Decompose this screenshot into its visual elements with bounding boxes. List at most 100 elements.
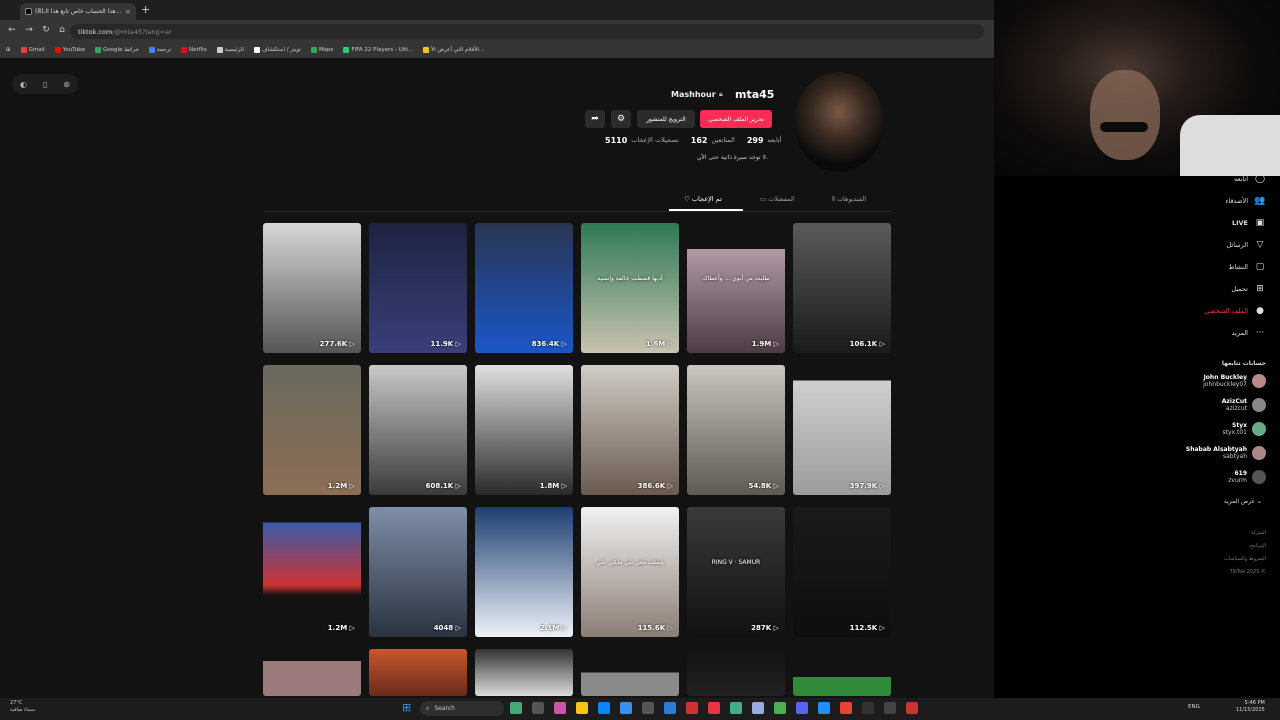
video-thumbnail[interactable]: 1.2M ▷ [263, 365, 361, 495]
tiktok-logo-icon[interactable]: ◐ [20, 80, 27, 89]
taskbar-search[interactable]: ⌕ Search [420, 701, 504, 716]
followed-account[interactable]: AzizCut azizcut [1222, 398, 1266, 412]
video-thumbnail[interactable]: 836.4K ▷ [475, 223, 573, 353]
video-thumbnail[interactable] [475, 649, 573, 696]
sidebar-footer-link[interactable]: الشركة [1251, 530, 1266, 536]
video-thumbnail[interactable] [581, 649, 679, 696]
settings-button[interactable]: ⚙ [611, 110, 631, 128]
sidebar-footer-link[interactable]: البرنامج [1250, 543, 1266, 549]
phone-icon[interactable]: ▯ [43, 80, 47, 89]
video-thumbnail[interactable] [263, 649, 361, 696]
video-thumbnail[interactable]: 11.9K ▷ [369, 223, 467, 353]
language-indicator[interactable]: ENG [1188, 704, 1200, 710]
taskbar-app-icon[interactable] [752, 702, 764, 714]
following-count[interactable]: 299 [747, 136, 764, 145]
video-thumbnail[interactable]: 4048 ▷ [369, 507, 467, 637]
taskbar-app-icon[interactable] [884, 702, 896, 714]
profile-avatar[interactable] [794, 72, 884, 172]
following-label[interactable]: أتابعه [768, 136, 782, 145]
taskbar-app-icon[interactable] [906, 702, 918, 714]
taskbar-app-icon[interactable] [686, 702, 698, 714]
video-thumbnail[interactable]: RING V · SAMUR 287K ▷ [687, 507, 785, 637]
video-thumbnail[interactable]: 1.2M ▷ [263, 507, 361, 637]
sidebar-item[interactable]: المزيد ··· [1232, 328, 1266, 338]
new-tab-button[interactable]: + [141, 3, 150, 17]
sidebar-item[interactable]: الأصدقاء 👥 [1225, 196, 1266, 206]
followed-account[interactable]: Shabab Alsabtyah sabtyah [1186, 446, 1266, 460]
video-thumbnail[interactable] [687, 649, 785, 696]
address-bar[interactable]: tiktok.com/@mta45?lang=ar [70, 24, 984, 39]
video-thumbnail[interactable]: 397.9K ▷ [793, 365, 891, 495]
sidebar-footer-link[interactable]: الشروط والسياسات [1224, 556, 1266, 562]
taskbar-app-icon[interactable] [510, 702, 522, 714]
tab-favorites[interactable]: ▭ المفضلات [760, 195, 795, 203]
taskbar-app-icon[interactable] [598, 702, 610, 714]
bookmark-item[interactable]: Netflix [181, 47, 207, 53]
bookmark-item[interactable]: تويتر / استكشاف [253, 47, 301, 53]
windows-start-icon[interactable]: ⊞ [402, 702, 411, 713]
sidebar-item[interactable]: الملف الشخصي ● [1205, 306, 1266, 316]
share-button[interactable]: ➦ [585, 110, 605, 128]
tab-videos[interactable]: ⦀ الفيديوهات [832, 195, 866, 204]
promote-post-button[interactable]: الترويج للمنشور [637, 110, 695, 128]
back-icon[interactable]: ← [6, 25, 18, 35]
taskbar-app-icon[interactable] [818, 702, 830, 714]
forward-icon[interactable]: → [23, 25, 35, 35]
video-thumbnail[interactable]: 386.6K ▷ [581, 365, 679, 495]
browser-tab[interactable]: (8)هذا الحساب خاص تابع هذا الـ... × [20, 3, 136, 20]
edit-profile-button[interactable]: تحرير الملف الشخصي [700, 110, 772, 128]
followers-count[interactable]: 162 [691, 136, 708, 145]
taskbar-app-icon[interactable] [708, 702, 720, 714]
video-thumbnail[interactable]: 106.1K ▷ [793, 223, 891, 353]
video-thumbnail[interactable]: 608.1K ▷ [369, 365, 467, 495]
bookmark-item[interactable]: الرئيسية [216, 47, 244, 53]
taskbar-app-icon[interactable] [532, 702, 544, 714]
video-thumbnail[interactable]: 54.8K ▷ [687, 365, 785, 495]
followers-label[interactable]: المتابعين [711, 136, 734, 145]
video-thumbnail[interactable]: طلبت من أبوي ... وأعطاك 1.9M ▷ [687, 223, 785, 353]
taskbar-app-icon[interactable] [774, 702, 786, 714]
video-thumbnail[interactable]: 112.5K ▷ [793, 507, 891, 637]
taskbar-app-icon[interactable] [642, 702, 654, 714]
taskbar-app-icon[interactable] [576, 702, 588, 714]
bookmark-item[interactable]: الأفلام التي أعرض الآ... [423, 47, 484, 53]
followed-account[interactable]: Styx styx.t01 [1223, 422, 1266, 436]
taskbar-app-icon[interactable] [796, 702, 808, 714]
bookmark-item[interactable]: Google خرائط [95, 47, 139, 53]
home-icon[interactable]: ⌂ [56, 25, 68, 35]
weather-widget[interactable]: 27°C سماء صافية [10, 700, 35, 714]
video-thumbnail[interactable]: أديها قضطت خالفة وإنسيه 1.6M ▷ [581, 223, 679, 353]
see-more-link[interactable]: عرض المزيد ⌄ [1224, 498, 1262, 505]
video-thumbnail[interactable]: وصلت معي بلي بحكي علي 115.6K ▷ [581, 507, 679, 637]
taskbar-app-icon[interactable] [554, 702, 566, 714]
taskbar-app-icon[interactable] [664, 702, 676, 714]
sidebar-item[interactable]: الرسائل ▽ [1226, 240, 1266, 250]
video-thumbnail[interactable]: 2.1M ▷ [475, 507, 573, 637]
bookmark-item[interactable]: Gmail [20, 47, 45, 53]
tab-liked[interactable]: ♡ تم الإعجاب [684, 195, 722, 203]
taskbar-app-icon[interactable] [730, 702, 742, 714]
video-thumbnail[interactable] [369, 649, 467, 696]
taskbar-app-icon[interactable] [620, 702, 632, 714]
taskbar-app-icon[interactable] [862, 702, 874, 714]
settings-icon[interactable]: ⊛ [63, 80, 70, 89]
sidebar-item[interactable]: النشاط ▢ [1228, 262, 1266, 272]
bookmark-item[interactable]: ترجمة [148, 47, 171, 53]
bookmark-item[interactable]: Maps [310, 47, 333, 53]
bookmark-item[interactable]: YouTube [54, 47, 85, 53]
video-thumbnail[interactable]: 277.6K ▷ [263, 223, 361, 353]
followed-account[interactable]: 619 zvurm [1228, 470, 1266, 484]
bookmark-label: FIFA 22 Players - Ulti... [351, 47, 414, 53]
bookmark-item[interactable]: FIFA 22 Players - Ulti... [343, 47, 413, 53]
taskbar-app-icon[interactable] [840, 702, 852, 714]
video-thumbnail[interactable] [793, 649, 891, 696]
close-tab-icon[interactable]: × [125, 8, 131, 16]
sidebar-footer-link[interactable]: TikTok 2025 © [1230, 569, 1266, 575]
taskbar-clock[interactable]: 5:46 PM 11/15/2025 [1236, 700, 1265, 714]
apps-icon[interactable]: ⊞ [6, 47, 11, 53]
sidebar-item[interactable]: LIVE ▣ [1232, 218, 1266, 228]
followed-account[interactable]: John Buckley johnbuckley07 [1203, 374, 1266, 388]
reload-icon[interactable]: ↻ [40, 25, 52, 35]
video-thumbnail[interactable]: 1.8M ▷ [475, 365, 573, 495]
sidebar-item[interactable]: تحميل ⊞ [1231, 284, 1266, 294]
